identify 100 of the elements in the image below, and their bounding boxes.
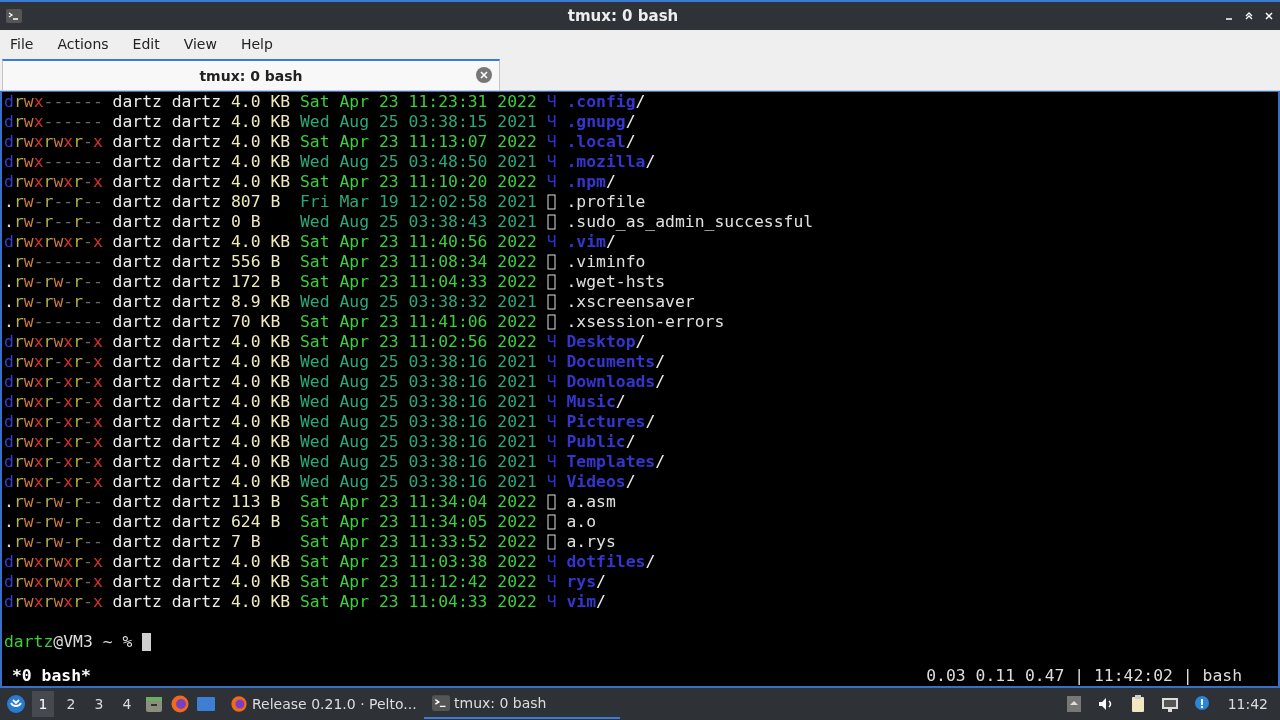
missing-glyph-icon	[546, 294, 556, 310]
file-size: 556 B	[230, 252, 282, 272]
window-title: tmux: 0 bash	[566, 7, 680, 25]
path-slash: /	[625, 112, 636, 131]
permissions: drwxr-xr-x	[4, 372, 103, 392]
file-size: 4.0 KB	[230, 372, 291, 392]
directory-name: Music	[566, 392, 616, 411]
directory-name: Pictures	[566, 412, 646, 431]
group: dartz	[171, 92, 222, 112]
group: dartz	[171, 292, 222, 312]
path-slash: /	[635, 332, 646, 351]
folder-glyph: Ч	[546, 352, 557, 372]
folder-glyph: Ч	[546, 112, 557, 132]
group: dartz	[171, 132, 222, 152]
clock[interactable]: 11:42	[1227, 696, 1268, 712]
group: dartz	[171, 412, 222, 432]
directory-name: Videos	[566, 472, 626, 491]
modified-date: Sat Apr 23 11:02:56 2022	[300, 332, 537, 352]
group: dartz	[171, 352, 222, 372]
path-slash: /	[625, 432, 636, 451]
file-name: .xsession-errors	[566, 312, 725, 331]
modified-date: Sat Apr 23 11:13:07 2022	[300, 132, 537, 152]
tmux-window: *0 bash*	[12, 665, 927, 685]
file-size: 4.0 KB	[230, 352, 291, 372]
permissions: drwxrwxr-x	[4, 592, 103, 612]
directory-name: dotfiles	[566, 552, 646, 571]
file-name: .sudo_as_admin_successful	[566, 212, 814, 231]
modified-date: Sat Apr 23 11:03:38 2022	[300, 552, 537, 572]
modified-date: Wed Aug 25 03:38:16 2021	[300, 472, 537, 492]
file-size: 4.0 KB	[230, 452, 291, 472]
file-size: 4.0 KB	[230, 232, 291, 252]
group: dartz	[171, 512, 222, 532]
file-size: 172 B	[230, 272, 282, 292]
folder-glyph: Ч	[546, 152, 557, 172]
owner: dartz	[112, 192, 162, 212]
file-name: .xscreensaver	[566, 292, 695, 311]
file-size: 807 B	[230, 192, 282, 212]
permissions: drwx------	[4, 152, 103, 172]
task-button[interactable]: Release 0.21.0 · Pelto...	[222, 689, 418, 719]
owner: dartz	[112, 452, 162, 472]
modified-date: Sat Apr 23 11:41:06 2022	[300, 312, 537, 332]
start-menu-icon[interactable]	[6, 694, 26, 714]
terminal-icon	[432, 694, 450, 712]
permissions: drwxrwxr-x	[4, 572, 103, 592]
owner: dartz	[112, 432, 162, 452]
owner: dartz	[112, 312, 162, 332]
modified-date: Sat Apr 23 11:10:20 2022	[300, 172, 537, 192]
menu-item[interactable]: Actions	[57, 35, 109, 52]
terminal-tab[interactable]: tmux: 0 bash	[2, 59, 500, 90]
permissions: .rw-r--r--	[4, 192, 103, 212]
menu-item[interactable]: Help	[240, 35, 273, 52]
workspace-button[interactable]: 1	[32, 691, 54, 717]
menu-item[interactable]: Edit	[132, 35, 160, 52]
file-size: 4.0 KB	[230, 412, 291, 432]
file-size: 4.0 KB	[230, 472, 291, 492]
missing-glyph-icon	[546, 214, 556, 230]
terminal-icon	[6, 8, 22, 24]
permissions: drwxr-xr-x	[4, 412, 103, 432]
workspace-button[interactable]: 2	[60, 691, 82, 717]
modified-date: Sat Apr 23 11:34:04 2022	[300, 492, 537, 512]
modified-date: Wed Aug 25 03:38:16 2021	[300, 352, 537, 372]
folder-glyph: Ч	[546, 392, 557, 412]
browser-icon	[230, 695, 248, 713]
menu-item[interactable]: File	[10, 35, 34, 52]
permissions: .rw-rw-r--	[4, 512, 103, 532]
folder-glyph: Ч	[546, 172, 557, 192]
folder-glyph: Ч	[546, 452, 557, 472]
group: dartz	[171, 532, 222, 552]
modified-date: Wed Aug 25 03:48:50 2021	[300, 152, 537, 172]
owner: dartz	[112, 152, 162, 172]
path-slash: /	[655, 352, 666, 371]
missing-glyph-icon	[546, 514, 556, 530]
modified-date: Wed Aug 25 03:38:43 2021	[300, 212, 537, 232]
file-size: 4.0 KB	[230, 592, 291, 612]
group: dartz	[171, 592, 222, 612]
modified-date: Wed Aug 25 03:38:32 2021	[300, 292, 537, 312]
permissions: .rw-rw-r--	[4, 272, 103, 292]
group: dartz	[171, 472, 222, 492]
missing-glyph-icon	[546, 254, 556, 270]
workspace-button[interactable]: 4	[116, 691, 138, 717]
directory-name: .config	[566, 92, 636, 111]
menu-item[interactable]: View	[183, 35, 217, 52]
modified-date: Wed Aug 25 03:38:16 2021	[300, 392, 537, 412]
workspace-button[interactable]: 3	[88, 691, 110, 717]
group: dartz	[171, 432, 222, 452]
folder-glyph: Ч	[546, 232, 557, 252]
group: dartz	[171, 152, 222, 172]
close-icon[interactable]	[1264, 11, 1274, 21]
group: dartz	[171, 332, 222, 352]
directory-name: Downloads	[566, 372, 656, 391]
modified-date: Sat Apr 23 11:23:31 2022	[300, 92, 537, 112]
file-manager-icon[interactable]	[144, 694, 164, 714]
desktop-icon[interactable]	[196, 694, 216, 714]
modified-date: Sat Apr 23 11:34:05 2022	[300, 512, 537, 532]
maximize-icon[interactable]	[1244, 11, 1254, 21]
path-slash: /	[655, 372, 666, 391]
file-size: 8.9 KB	[230, 292, 291, 312]
path-slash: /	[655, 452, 666, 471]
task-button[interactable]: tmux: 0 bash	[424, 689, 620, 719]
browser-icon[interactable]	[170, 694, 190, 714]
